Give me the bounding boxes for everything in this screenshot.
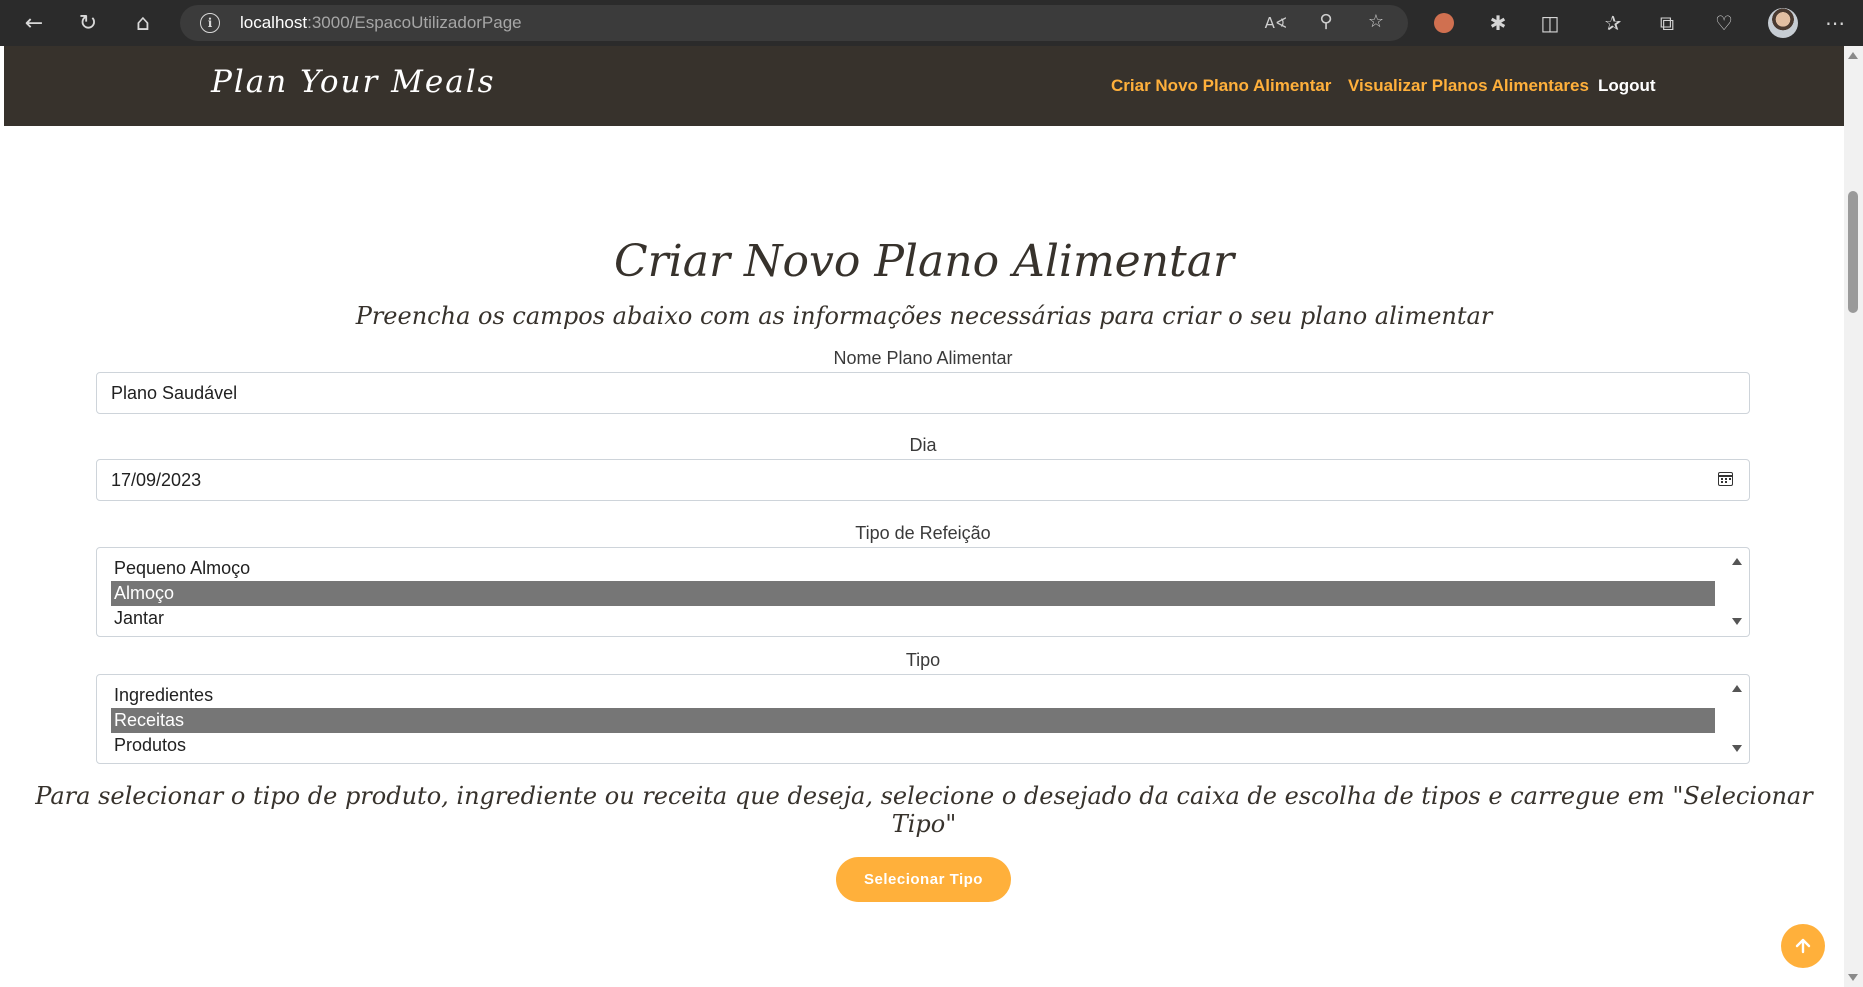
select-type-button[interactable]: Selecionar Tipo: [836, 857, 1011, 902]
nav-create-plan[interactable]: Criar Novo Plano Alimentar: [1111, 76, 1331, 96]
more-icon[interactable]: ⋯: [1820, 8, 1850, 38]
day-label: Dia: [909, 435, 937, 455]
page-subtitle: Preencha os campos abaixo com as informa…: [355, 302, 1493, 330]
listbox-scroll-up-icon[interactable]: [1732, 685, 1742, 692]
info-icon[interactable]: i: [200, 13, 220, 33]
listbox-scroll-down-icon[interactable]: [1732, 618, 1742, 625]
plan-name-value: Plano Saudável: [111, 383, 238, 403]
scroll-up-icon[interactable]: [1848, 52, 1858, 59]
scroll-thumb[interactable]: [1848, 191, 1858, 313]
nav-logout[interactable]: Logout: [1598, 76, 1656, 96]
listbox-scroll-up-icon[interactable]: [1732, 558, 1742, 565]
plan-name-input[interactable]: Plano Saudável: [96, 372, 1750, 414]
read-aloud-icon[interactable]: A∢: [1264, 14, 1288, 32]
scroll-down-icon[interactable]: [1848, 974, 1858, 981]
meal-type-label: Tipo de Refeição: [855, 523, 991, 543]
heartbeat-icon[interactable]: ♡: [1709, 8, 1739, 38]
type-selection-hint: Para selecionar o tipo de produto, ingre…: [35, 782, 1813, 838]
type-listbox[interactable]: Ingredientes Receitas Produtos: [96, 674, 1750, 764]
back-to-top-button[interactable]: [1781, 924, 1825, 968]
split-screen-icon[interactable]: ◫: [1535, 8, 1565, 38]
meal-type-option-selected[interactable]: Almoço: [111, 581, 1715, 606]
listbox-scroll-down-icon[interactable]: [1732, 745, 1742, 752]
page-scrollbar[interactable]: [1844, 46, 1863, 987]
type-option[interactable]: Produtos: [111, 733, 1715, 758]
site-navbar: Plan Your Meals Criar Novo Plano Aliment…: [4, 46, 1844, 126]
calendar-icon[interactable]: [1718, 472, 1733, 486]
meal-type-option[interactable]: Pequeno Almoço: [111, 556, 1715, 581]
star-icon[interactable]: ☆: [1364, 11, 1388, 32]
brand-logo[interactable]: Plan Your Meals: [211, 64, 496, 100]
type-option[interactable]: Ingredientes: [111, 683, 1715, 708]
page-title: Criar Novo Plano Alimentar: [613, 236, 1235, 287]
favorites-icon[interactable]: ✰: [1598, 8, 1628, 38]
url-path: :3000/EspacoUtilizadorPage: [307, 13, 522, 32]
puzzle-icon[interactable]: ✱: [1483, 8, 1513, 38]
avatar[interactable]: [1768, 8, 1798, 38]
browser-toolbar: ← ↻ ⌂ i localhost:3000/EspacoUtilizadorP…: [0, 0, 1863, 46]
type-label: Tipo: [905, 650, 941, 670]
arrow-up-icon: [1795, 938, 1811, 954]
address-bar[interactable]: i localhost:3000/EspacoUtilizadorPage A∢…: [180, 5, 1408, 41]
type-option-selected[interactable]: Receitas: [111, 708, 1715, 733]
extension-icon[interactable]: [1429, 8, 1459, 38]
zoom-out-icon[interactable]: ⚲: [1314, 11, 1338, 32]
day-date-input[interactable]: 17/09/2023: [96, 459, 1750, 501]
nav-view-plans[interactable]: Visualizar Planos Alimentares: [1348, 76, 1589, 96]
url-text[interactable]: localhost:3000/EspacoUtilizadorPage: [240, 13, 522, 33]
plan-name-label: Nome Plano Alimentar: [833, 348, 1013, 368]
url-host: localhost: [240, 13, 308, 32]
meal-type-listbox[interactable]: Pequeno Almoço Almoço Jantar: [96, 547, 1750, 637]
arrow-left-icon[interactable]: ←: [18, 7, 50, 39]
collections-icon[interactable]: ⧉: [1652, 8, 1682, 38]
home-icon[interactable]: ⌂: [127, 7, 159, 39]
day-value: 17/09/2023: [111, 470, 202, 490]
meal-type-option[interactable]: Jantar: [111, 606, 1715, 631]
refresh-icon[interactable]: ↻: [72, 7, 104, 39]
